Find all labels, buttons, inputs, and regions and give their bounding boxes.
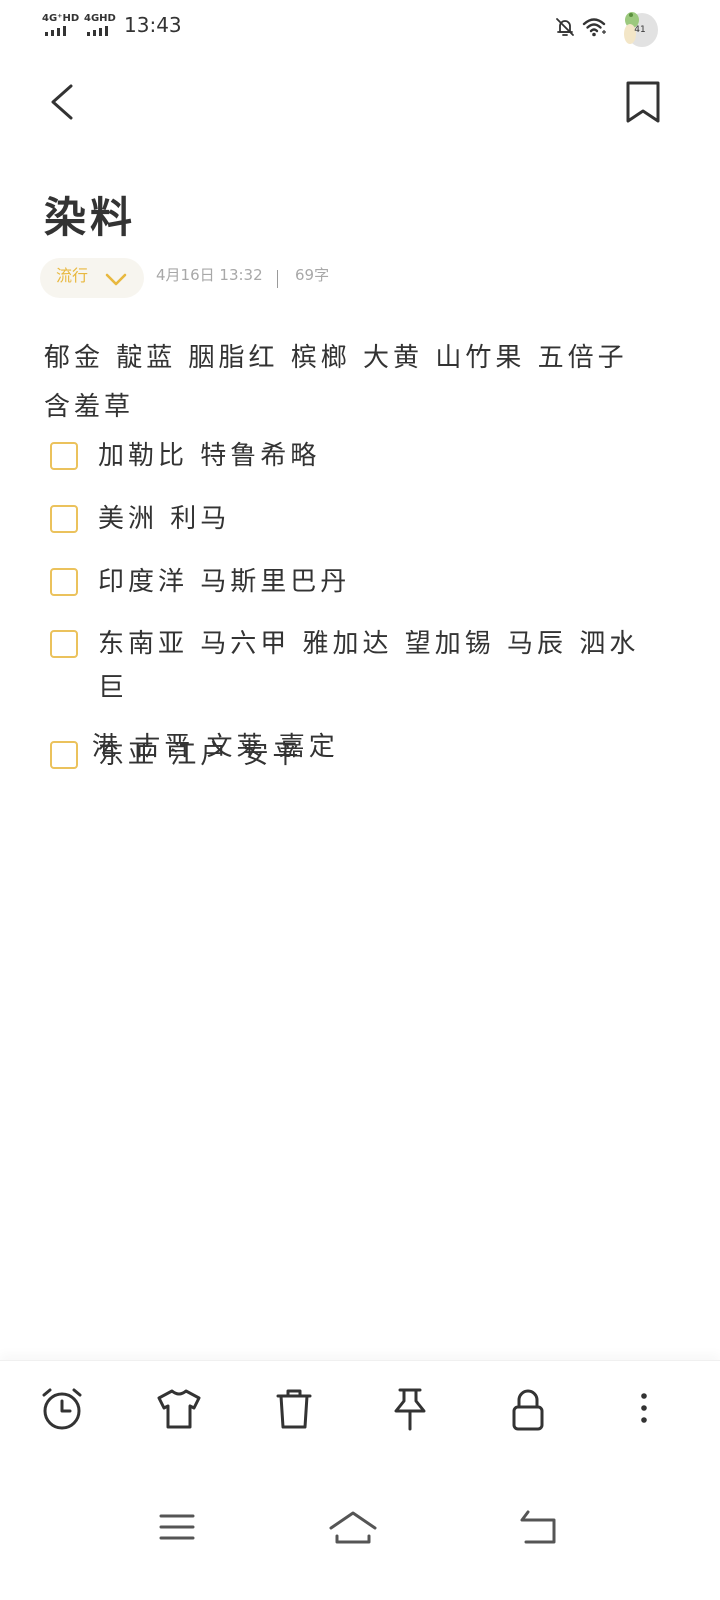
note-body-text[interactable]: 郁金 靛蓝 胭脂红 槟榔 大黄 山竹果 五倍子 含羞草 [44, 334, 664, 432]
pin-icon [394, 1388, 426, 1431]
checklist-item-text[interactable]: 东亚 江户 安平 [98, 733, 668, 777]
more-icon [641, 1393, 647, 1423]
more-options-button[interactable] [620, 1385, 668, 1433]
home-button[interactable] [327, 1508, 379, 1548]
sim1-signal: 4G⁺HD [42, 13, 80, 38]
signal-bars-icon [87, 26, 117, 38]
sim2-signal: 4GHD [84, 14, 120, 38]
checklist-item-text[interactable]: 美洲 利马 [98, 497, 668, 541]
trash-icon [276, 1389, 312, 1429]
bell-off-icon [556, 18, 574, 36]
checkbox[interactable] [50, 741, 78, 769]
system-navigation-bar [0, 1490, 720, 1600]
lock-icon [512, 1389, 544, 1431]
bottom-toolbar [0, 1360, 720, 1471]
alarm-icon [42, 1388, 82, 1430]
meta-divider [277, 270, 278, 288]
checkbox[interactable] [50, 630, 78, 658]
lock-button[interactable] [504, 1385, 552, 1433]
signal-bars-icon [45, 26, 75, 38]
checkbox[interactable] [50, 505, 78, 533]
checklist-item-text[interactable]: 印度洋 马斯里巴丹 [98, 560, 668, 604]
home-icon [329, 1511, 377, 1544]
reminder-button[interactable] [38, 1385, 86, 1433]
delete-button[interactable] [270, 1385, 318, 1433]
note-title[interactable]: 染料 [44, 188, 136, 248]
back-button[interactable] [40, 80, 88, 128]
battery-indicator: 41 [618, 6, 662, 50]
menu-icon [159, 1514, 195, 1540]
wifi-icon [582, 18, 606, 37]
bookmark-button[interactable] [618, 78, 668, 128]
status-bar: 4G⁺HD 4GHD 13:43 41 [0, 0, 720, 54]
checklist-item-text[interactable]: 加勒比 特鲁希略 [98, 434, 668, 478]
back-navigation-button[interactable] [514, 1508, 566, 1548]
category-label: 流行 [56, 266, 89, 285]
pin-button[interactable] [386, 1385, 434, 1433]
theme-button[interactable] [155, 1385, 203, 1433]
tshirt-icon [157, 1389, 201, 1429]
status-time: 13:43 [124, 13, 182, 37]
category-selector[interactable]: 流行 [40, 258, 144, 298]
recent-apps-button[interactable] [151, 1508, 203, 1548]
checkbox[interactable] [50, 442, 78, 470]
bookmark-icon [626, 81, 660, 123]
sim1-network-label: 4G⁺HD [42, 13, 80, 24]
battery-level: 41 [634, 25, 646, 35]
checkbox[interactable] [50, 568, 78, 596]
sim2-network-label: 4GHD [84, 13, 116, 24]
checklist-item-line: 东南亚 马六甲 雅加达 望加锡 马辰 泗水 巨 [98, 629, 640, 703]
back-icon [51, 84, 73, 120]
word-count: 69字 [295, 266, 330, 284]
chevron-down-icon [105, 273, 127, 286]
note-date: 4月16日 13:32 [156, 266, 263, 284]
return-icon [520, 1510, 556, 1544]
